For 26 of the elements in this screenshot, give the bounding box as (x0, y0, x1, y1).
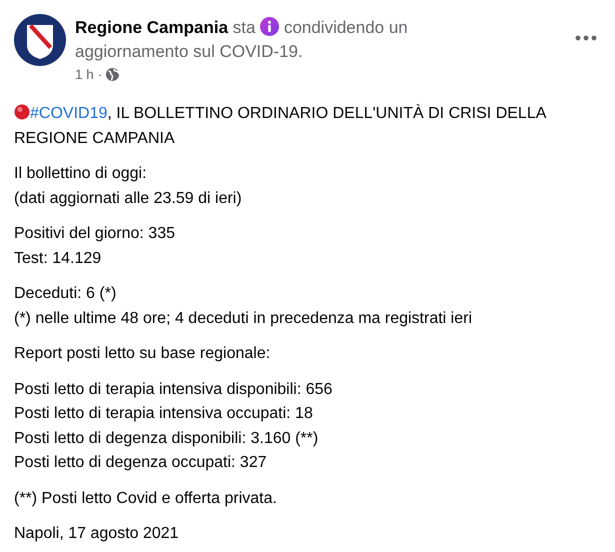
post-text-line: Posti letto di terapia intensiva occupati: 18 (14, 404, 313, 424)
post-text-line: (*) nelle ultime 48 ore; 4 deceduti in precedenza ma registrati ieri (14, 308, 472, 328)
alert-dot-icon (14, 104, 30, 120)
activity-text: aggiornamento sul COVID-19. (75, 41, 303, 63)
post-text-line: (**) Posti letto Covid e offerta privata. (14, 488, 277, 508)
hashtag-link[interactable]: #COVID19 (30, 105, 108, 122)
post-text-line: Posti letto di degenza occupati: 327 (14, 453, 267, 473)
post-text-line: Napoli, 17 agosto 2021 (14, 524, 179, 544)
post-text-line: Positivi del giorno: 335 (14, 224, 175, 244)
post-text-line: Deceduti: 6 (*) (14, 284, 116, 304)
post-heading: #COVID19, IL BOLLETTINO ORDINARIO DELL'UNITÀ DI CRISI DELLA REGIONE CAMPANIA (14, 103, 548, 148)
logo-avatar[interactable] (14, 14, 66, 66)
separator-dot: · (98, 67, 102, 82)
activity-text: sta (232, 18, 256, 37)
post-text-line: (dati aggiornati alle 23.59 di ieri) (14, 188, 242, 208)
activity-text: condividendo un (284, 18, 408, 37)
post-text-line: Test: 14.129 (14, 248, 102, 268)
post-text-line: Il bollettino di oggi: (14, 164, 147, 184)
post-time[interactable]: 1 h (75, 67, 94, 82)
more-options-icon[interactable] (575, 34, 597, 42)
post-text-line: Report posti letto su base regionale: (14, 344, 270, 364)
globe-icon (106, 68, 120, 81)
post-text-line: Posti letto di terapia intensiva disponibili: 656 (14, 380, 332, 400)
author-link[interactable]: Regione Campania (75, 18, 228, 37)
info-icon (260, 17, 280, 36)
post-text-line: Posti letto di degenza disponibili: 3.160 (**) (14, 428, 318, 448)
